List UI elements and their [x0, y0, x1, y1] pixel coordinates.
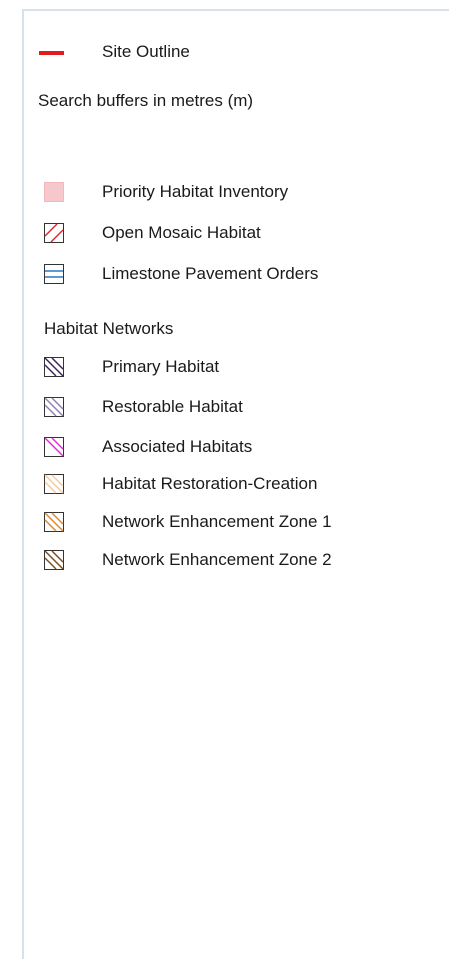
- network-item-label: Associated Habitats: [102, 437, 253, 456]
- blue-horizontal-hatch-icon: [44, 264, 64, 284]
- network-item-label: Network Enhancement Zone 2: [102, 550, 332, 569]
- network-item-label: Habitat Restoration-Creation: [102, 474, 318, 493]
- red-line-icon: [39, 51, 64, 55]
- legend-item-label: Limestone Pavement Orders: [102, 264, 319, 283]
- legend-item-label: Priority Habitat Inventory: [102, 182, 289, 201]
- network-item-label: Primary Habitat: [102, 357, 220, 376]
- peach-diagonal-hatch-icon: [44, 474, 64, 494]
- lavender-diagonal-hatch-icon: [44, 397, 64, 417]
- orange-diagonal-hatch-icon: [44, 512, 64, 532]
- buffers-note: Search buffers in metres (m): [38, 91, 254, 110]
- network-item-label: Restorable Habitat: [102, 397, 243, 416]
- solid-pink-swatch-icon: [44, 182, 64, 202]
- legend-item-label: Open Mosaic Habitat: [102, 223, 261, 242]
- site-outline-label: Site Outline: [102, 42, 190, 61]
- networks-title: Habitat Networks: [44, 319, 174, 338]
- brown-diagonal-hatch-icon: [44, 550, 64, 570]
- magenta-diagonal-hatch-icon: [44, 437, 64, 457]
- purple-diagonal-hatch-icon: [44, 357, 64, 377]
- red-diagonal-hatch-icon: [44, 223, 64, 243]
- network-item-label: Network Enhancement Zone 1: [102, 512, 332, 531]
